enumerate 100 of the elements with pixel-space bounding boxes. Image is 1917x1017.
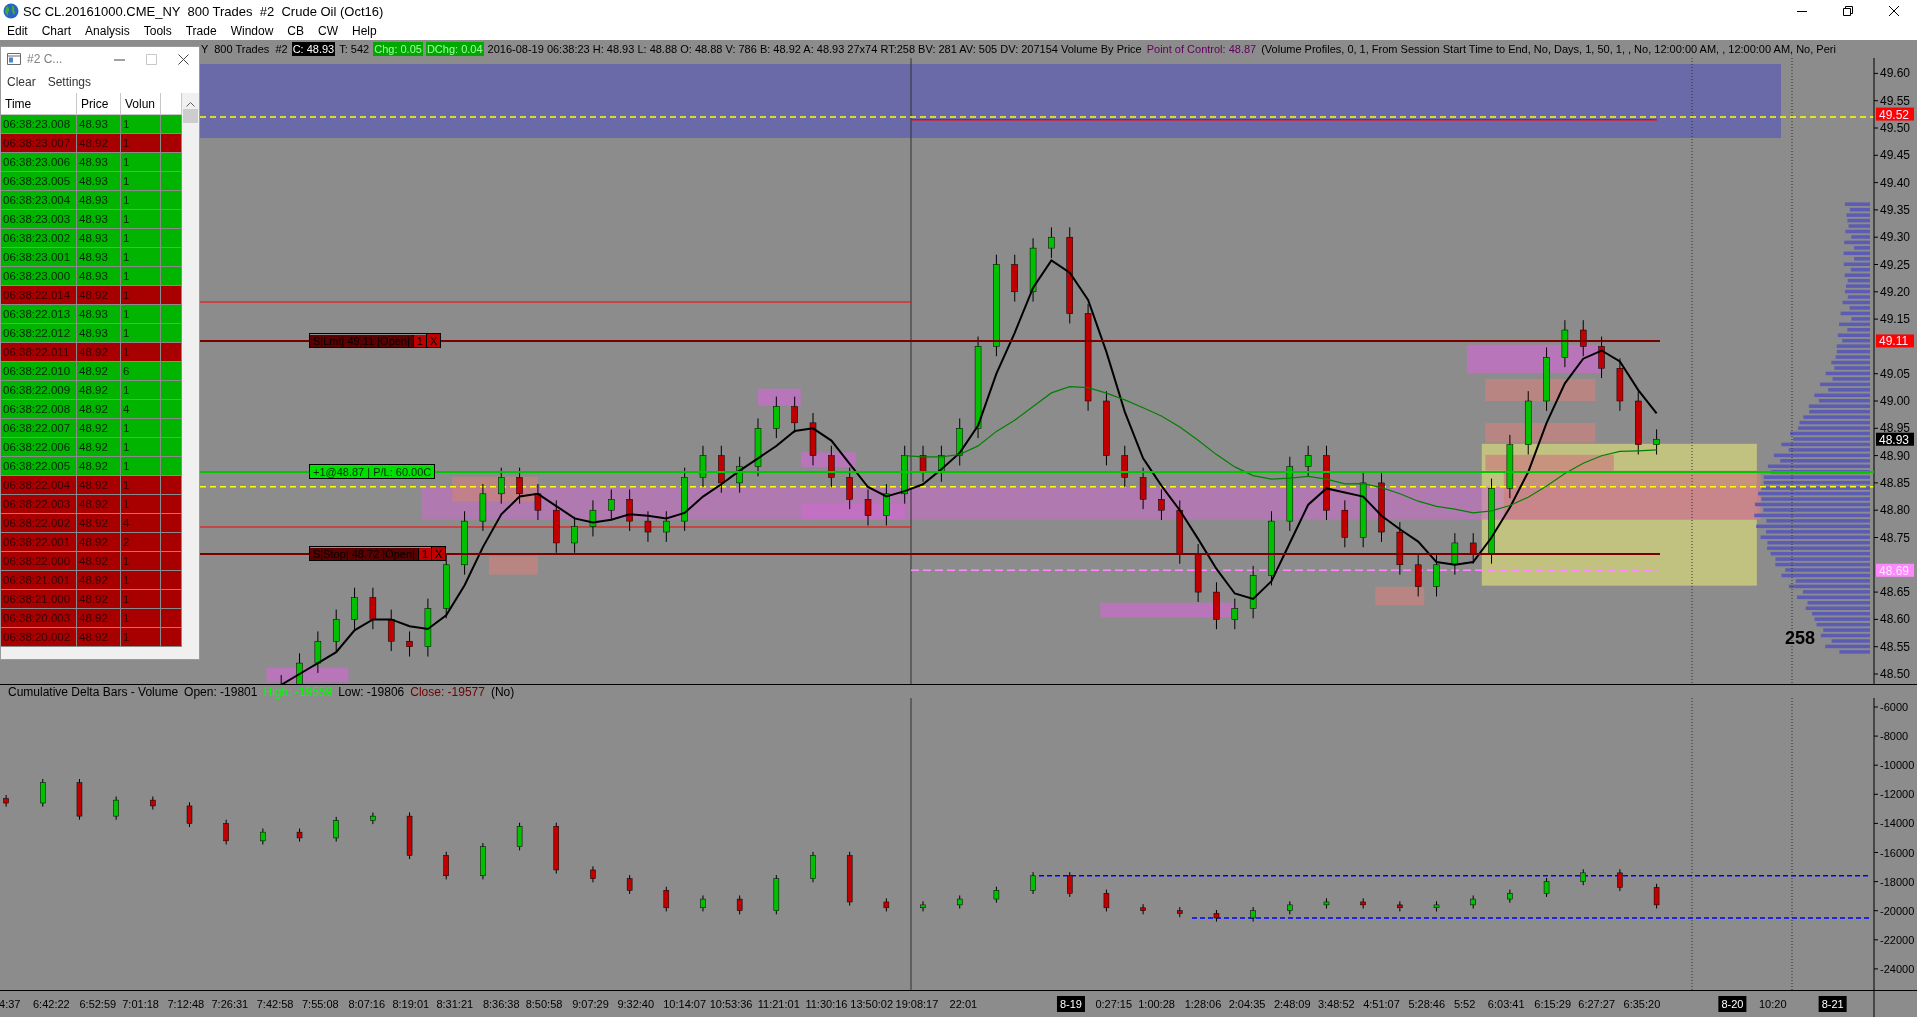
candlestick (773, 396, 780, 439)
menu-item[interactable]: CB (280, 24, 311, 38)
table-cell: 1 (121, 457, 161, 476)
time-label: 3:48:52 (1317, 998, 1355, 1010)
table-cell: 06:38:22.013 (1, 305, 77, 324)
delta-bar (956, 894, 963, 909)
axis-label: -12000 (1880, 788, 1915, 801)
axis-label: -16000 (1880, 846, 1915, 859)
delta-bar (1617, 868, 1623, 892)
order-label[interactable]: +1@48.87 | P/L: 60.00C (310, 465, 435, 478)
table-cell: 1 (121, 115, 161, 134)
axis-label: -8000 (1880, 730, 1909, 743)
table-cell: 1 (121, 248, 161, 267)
column-header[interactable]: Time (1, 93, 77, 115)
candlestick (828, 445, 835, 488)
order-line[interactable] (446, 552, 1660, 555)
table-cell: 06:38:22.009 (1, 381, 77, 400)
candlestick (663, 510, 670, 543)
delta-bar (223, 819, 229, 845)
table-cell: 48.92 (77, 419, 121, 438)
time-label: 8:50:58 (525, 998, 563, 1010)
delta-bar (480, 842, 486, 880)
candlestick (516, 467, 523, 505)
table-cell: 48.93 (77, 229, 121, 248)
scrollbar-thumb[interactable] (183, 109, 198, 123)
delta-bar (296, 828, 303, 843)
table-cell: 48.92 (77, 400, 121, 419)
table-cell: 4 (121, 514, 161, 533)
table-cell: 48.92 (77, 457, 121, 476)
delta-bar (1030, 871, 1036, 895)
time-label: 4:37 (0, 998, 21, 1010)
candlestick (1561, 319, 1569, 368)
indicator-info-text: Cumulative Delta Bars - Volume (8, 684, 179, 699)
time-label: 6:03:41 (1487, 998, 1525, 1010)
chart-info-text: (Volume Profiles, 0, 1, From Session Start Time to End, No, Days, 1, 50, 1, , No, 12:00:00 AM, , 12:00:00 AM, No, Peri (1260, 42, 1837, 56)
candlestick (1304, 445, 1312, 477)
time-label: 1:28:06 (1184, 998, 1222, 1010)
delta-bar (1213, 909, 1220, 923)
candlestick (681, 467, 688, 532)
time-label: 19:08:17 (895, 998, 939, 1010)
candlestick (351, 587, 358, 630)
table-cell: 06:38:22.004 (1, 476, 77, 495)
column-header[interactable]: Volun (121, 93, 161, 115)
candlestick (1598, 336, 1605, 379)
column-header[interactable]: Price (77, 93, 121, 115)
menu-item[interactable]: Tools (136, 24, 179, 38)
order-line[interactable] (441, 339, 1660, 342)
time-label: 8-19 (1057, 996, 1085, 1012)
time-label: 8:07:16 (348, 998, 386, 1010)
chart-info-text: Point of Control: 48.87 (1145, 42, 1258, 56)
axis-label: 48.60 (1880, 612, 1911, 627)
axis-label: -18000 (1880, 875, 1915, 888)
candlestick (369, 587, 377, 630)
delta-bar (773, 874, 780, 915)
order-line[interactable] (200, 552, 309, 555)
menu-item[interactable]: Trade (178, 24, 224, 38)
order-line[interactable] (200, 339, 309, 342)
volume-profile-block (489, 556, 538, 575)
candlestick (608, 488, 615, 521)
time-label: 11:21:01 (757, 998, 800, 1010)
candlestick (1231, 598, 1239, 630)
delta-bar (1250, 906, 1256, 923)
table-cell: 1 (121, 324, 161, 343)
menu-item[interactable]: CW (311, 24, 345, 38)
delta-bar (736, 894, 743, 915)
chart-info-text: 2016-08-19 06:38:23 H: 48.93 L: 48.88 O: 48.88 V: 786 B: 48.92 A: 48.93 27x74 RT:258 BV: 281 AV: 505 DV: 207154 Volume By Price (486, 42, 1143, 56)
menu-item[interactable]: Help (345, 24, 384, 38)
candlestick (498, 467, 505, 505)
candlestick (1194, 543, 1202, 603)
menu-item[interactable]: Analysis (78, 24, 137, 38)
menu-item[interactable]: Clear (1, 75, 42, 89)
indicator-info-text: (No) (490, 684, 515, 699)
maximize-icon (145, 53, 157, 65)
delta-bar (1323, 897, 1330, 909)
candlestick (424, 598, 432, 658)
menu-item[interactable]: Settings (41, 75, 98, 89)
axis-label: 48.75 (1880, 530, 1911, 545)
table-cell: 1 (121, 438, 161, 457)
menu-item[interactable]: Window (223, 24, 281, 38)
time-label: 11:30:16 (805, 998, 848, 1010)
indicator-info-text: Open: -19801 (184, 684, 258, 699)
table-cell: 1 (121, 134, 161, 153)
table-cell: 48.92 (77, 609, 121, 628)
candlestick (1580, 319, 1587, 357)
table-cell: 06:38:20.002 (1, 628, 77, 647)
volume-profile-block (1375, 586, 1425, 606)
candlestick (1158, 488, 1165, 521)
delta-bar (516, 822, 523, 851)
globe-icon (3, 3, 19, 19)
delta-bar (920, 900, 926, 912)
menu-item[interactable]: Chart (34, 24, 79, 38)
scroll-up-icon[interactable] (186, 101, 195, 107)
table-cell: 06:38:21.001 (1, 571, 77, 590)
table-cell: 48.92 (77, 362, 121, 381)
menu-item[interactable]: Edit (0, 24, 35, 38)
order-line[interactable] (435, 470, 1874, 473)
candlestick (1249, 565, 1257, 619)
table-cell: 1 (121, 191, 161, 210)
time-label: 0:27:15 (1095, 998, 1133, 1010)
table-cell: 06:38:22.000 (1, 552, 77, 571)
